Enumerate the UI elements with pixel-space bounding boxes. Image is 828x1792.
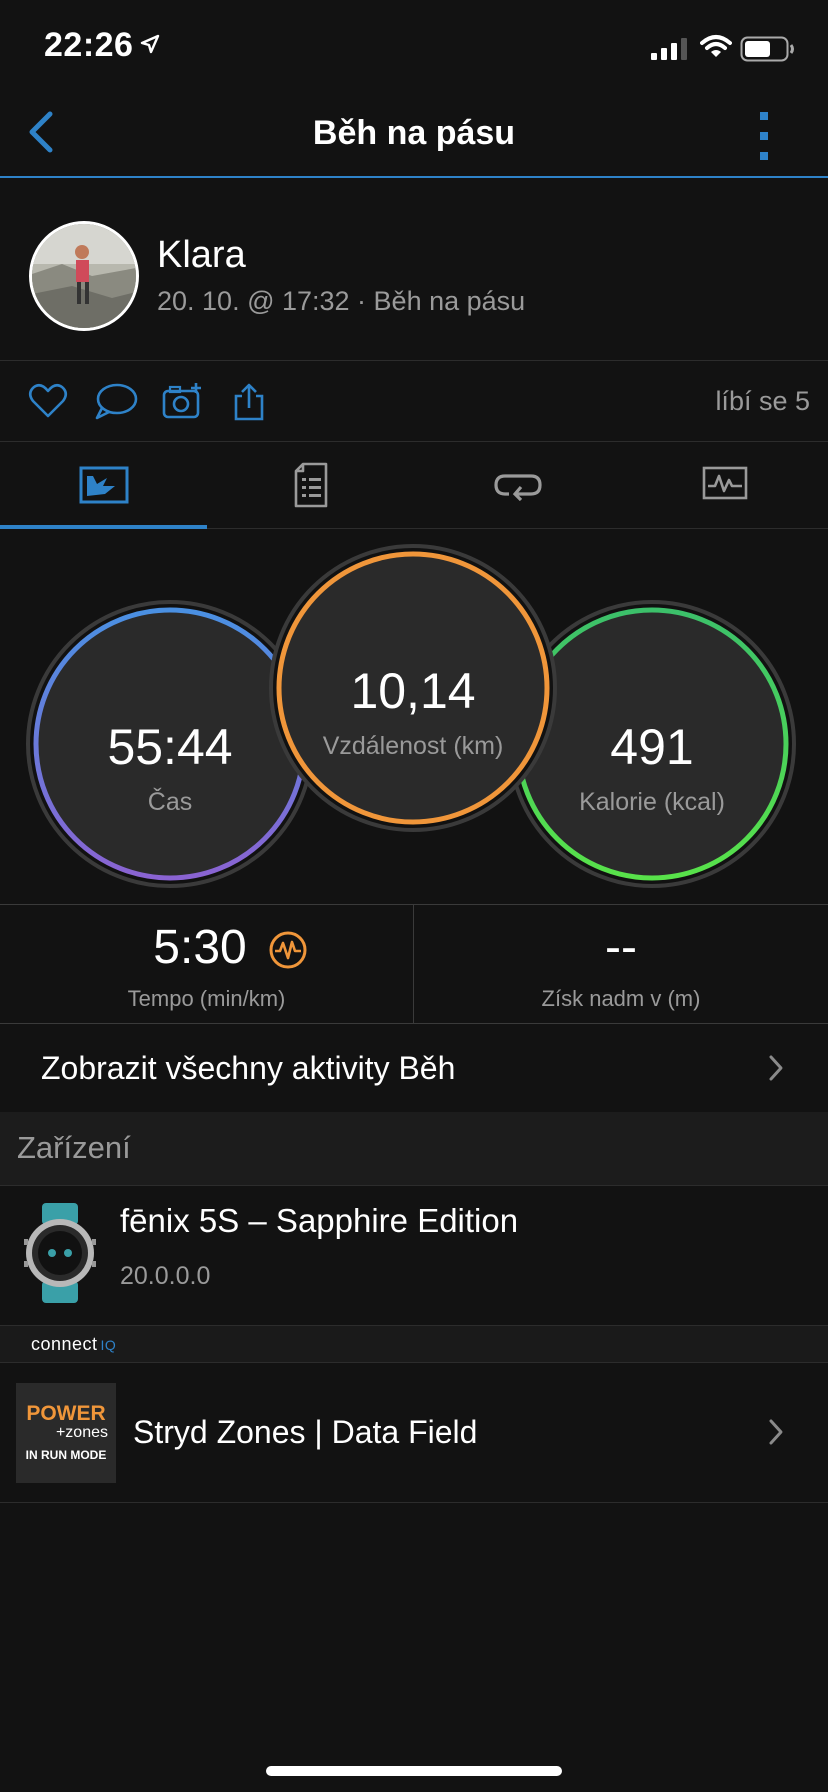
status-time: 22:26	[44, 26, 134, 64]
chevron-right-icon	[769, 1055, 783, 1081]
username: Klara	[157, 234, 246, 276]
show-all-activities-row[interactable]: Zobrazit všechny aktivity Běh	[0, 1024, 828, 1112]
pace-label: Tempo (min/km)	[127, 986, 286, 1011]
app-tile-title: POWER	[26, 1402, 106, 1425]
nav-bar: Běh na pásu	[0, 100, 828, 178]
status-bar: 22:26	[0, 0, 828, 100]
wifi-icon	[700, 35, 732, 57]
activity-subtitle: 20. 10. @ 17:32 · Běh na pásu	[157, 286, 526, 316]
show-all-activities-label: Zobrazit všechny aktivity Běh	[41, 1050, 456, 1086]
divider	[0, 1502, 828, 1503]
divider	[0, 904, 828, 905]
tab-laps[interactable]	[414, 442, 621, 528]
page-title: Běh na pásu	[312, 114, 516, 152]
pace-value: 5:30	[153, 921, 247, 974]
divider	[0, 1185, 828, 1186]
tab-charts[interactable]	[621, 442, 828, 528]
cellular-signal-icon	[651, 38, 687, 60]
details-icon	[294, 462, 327, 508]
connect-iq-bar	[0, 1326, 828, 1362]
devices-section-header: Zařízení	[0, 1112, 828, 1186]
battery-icon	[740, 36, 794, 62]
likes-count[interactable]: líbí se 5	[715, 386, 810, 417]
location-arrow-icon	[140, 34, 160, 54]
active-tab-indicator	[0, 525, 207, 529]
app-tile-subtitle: +zones	[55, 1424, 108, 1441]
device-name[interactable]: fēnix 5S – Sapphire Edition	[120, 1202, 518, 1240]
add-photo-icon[interactable]	[162, 382, 204, 420]
calories-value: 491	[610, 719, 694, 775]
avatar-photo	[32, 224, 136, 328]
home-indicator[interactable]	[266, 1766, 562, 1776]
laps-icon	[493, 474, 542, 501]
more-options-icon[interactable]	[756, 110, 772, 162]
calories-label: Kalorie (kcal)	[579, 788, 725, 816]
divider	[0, 360, 828, 361]
connect-iq-suffix: IQ	[100, 1337, 117, 1353]
comment-bubble-icon[interactable]	[94, 382, 138, 420]
connect-iq-brand: connect	[31, 1334, 98, 1354]
activity-summary-icon	[79, 466, 128, 504]
app-tile-mode: IN RUN MODE	[25, 1448, 107, 1462]
elevation-value: --	[605, 921, 637, 974]
stats-rings: 55:44 Čas 10,14 Vzdálenost (km) 491 Kalo…	[0, 530, 828, 904]
divider	[0, 1362, 828, 1363]
devices-section-title: Zařízení	[17, 1130, 131, 1165]
tab-details[interactable]	[207, 442, 414, 528]
chevron-right-icon[interactable]	[768, 1418, 784, 1446]
share-icon[interactable]	[232, 382, 266, 422]
charts-icon	[702, 466, 747, 500]
distance-value: 10,14	[350, 663, 476, 719]
time-label: Čas	[147, 788, 193, 816]
device-version: 20.0.0.0	[120, 1262, 211, 1290]
app-tile[interactable]: POWER +zones IN RUN MODE	[16, 1383, 116, 1483]
avatar[interactable]	[29, 221, 139, 331]
time-value: 55:44	[107, 719, 233, 775]
elevation-label: Získ nadm v (m)	[541, 986, 701, 1011]
pace-gauge-icon	[269, 931, 307, 969]
watch-device-image[interactable]	[20, 1203, 100, 1303]
distance-label: Vzdálenost (km)	[322, 732, 504, 760]
app-name[interactable]: Stryd Zones | Data Field	[133, 1414, 477, 1451]
like-heart-icon[interactable]	[28, 382, 68, 420]
tab-summary[interactable]	[0, 442, 207, 528]
connect-iq-logo: connect IQ	[31, 1334, 116, 1355]
